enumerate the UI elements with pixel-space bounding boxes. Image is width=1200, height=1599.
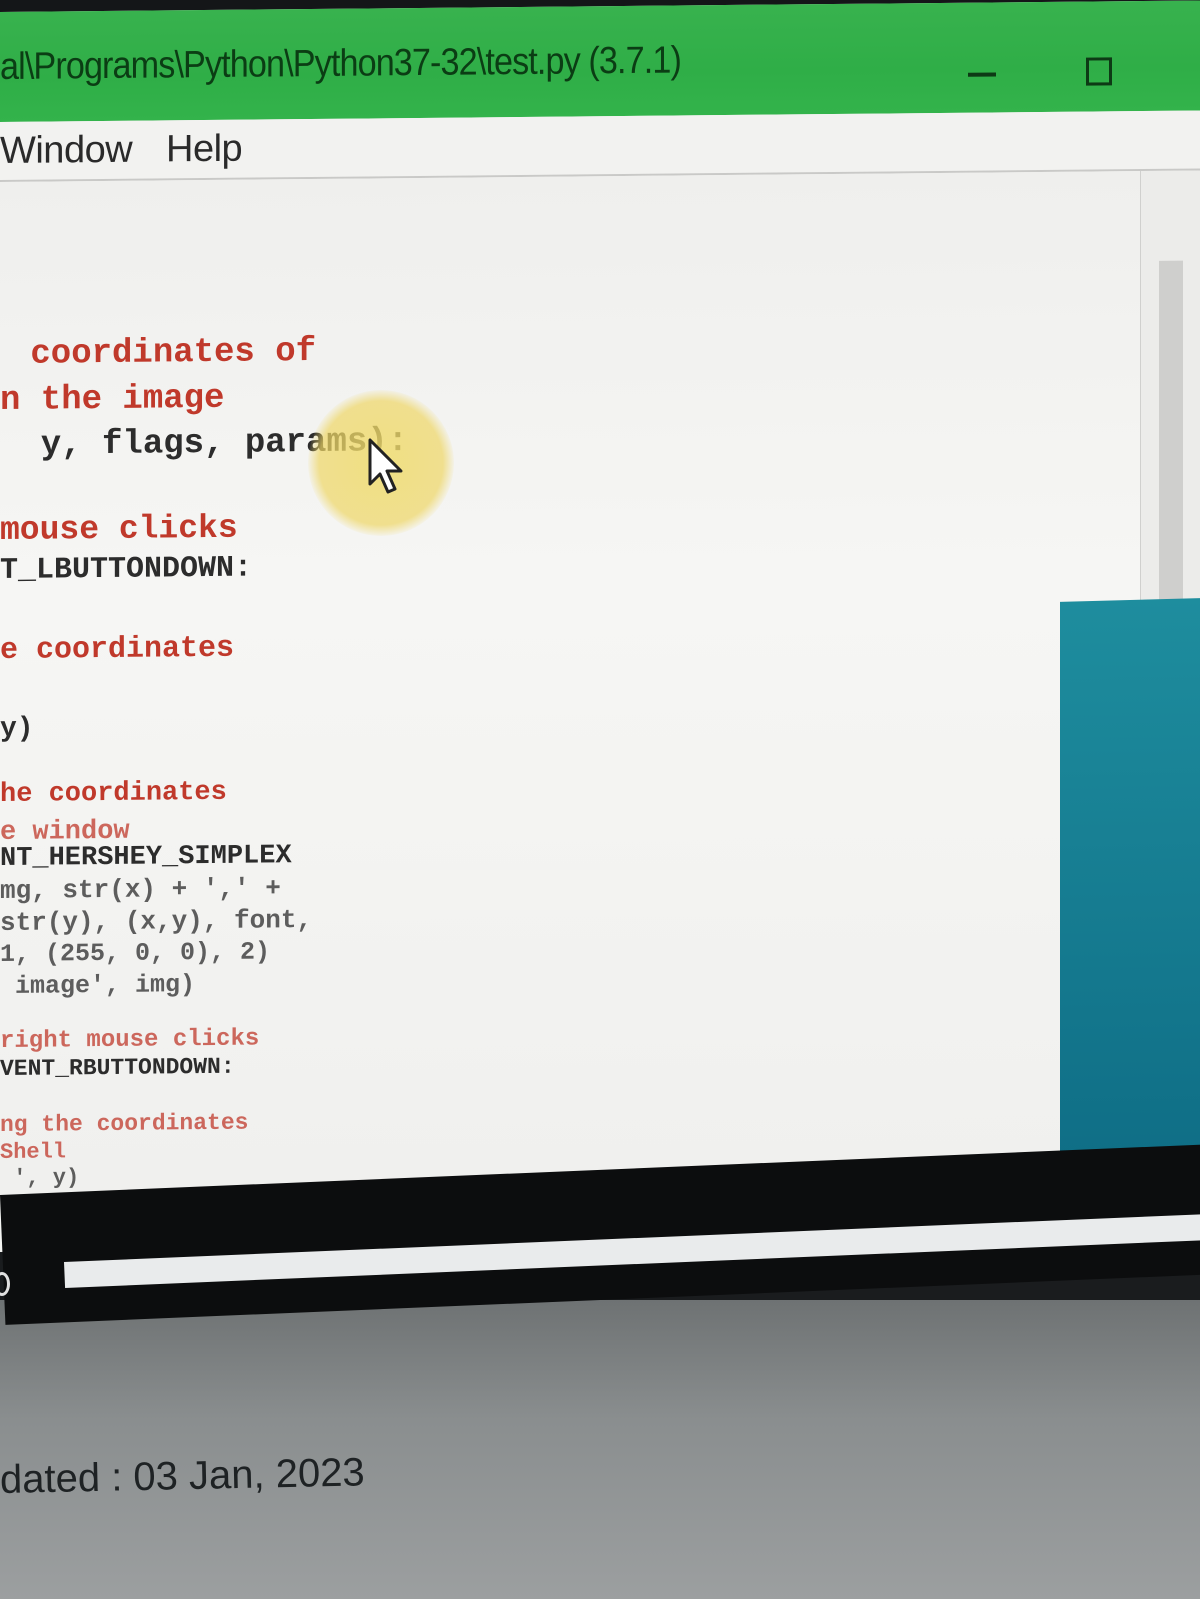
title-bar[interactable]: al\Programs\Python\Python37-32\test.py (… (0, 0, 1200, 122)
screen-lower-area (0, 1300, 1200, 1599)
code-line: y) (0, 713, 34, 745)
code-line: 1, (255, 0, 0), 2) (0, 937, 271, 969)
code-line: mouse clicks (0, 509, 238, 549)
code-line: right mouse clicks (0, 1025, 260, 1055)
code-line: n the image (0, 379, 225, 420)
code-editor[interactable]: coordinates of n the image y, flags, par… (0, 171, 1140, 1203)
idle-editor-window: al\Programs\Python\Python37-32\test.py (… (0, 0, 1200, 1253)
desktop-background-edge (1060, 598, 1200, 1162)
mouse-pointer-icon (368, 438, 403, 494)
code-line: coordinates of (10, 332, 317, 374)
minimize-icon[interactable] (968, 48, 998, 78)
code-line: he coordinates (0, 777, 227, 810)
code-line: T_LBUTTONDOWN: (0, 551, 253, 588)
updated-date-text: dated : 03 Jan, 2023 (0, 1450, 366, 1502)
code-line: image', img) (0, 970, 196, 1001)
window-title: al\Programs\Python\Python37-32\test.py (… (0, 39, 681, 88)
code-line: e coordinates (0, 631, 235, 668)
code-line: ng the coordinates (0, 1109, 249, 1138)
code-line: Shell (0, 1139, 67, 1165)
menu-item-window[interactable]: Window (0, 129, 132, 173)
code-line: VENT_RBUTTONDOWN: (0, 1053, 235, 1082)
maximize-icon[interactable] (1086, 57, 1112, 86)
code-line: NT_HERSHEY_SIMPLEX (0, 841, 292, 874)
menu-item-help[interactable]: Help (166, 128, 242, 172)
code-line: ', y) (0, 1165, 80, 1191)
code-line: str(y), (x,y), font, (0, 905, 313, 938)
code-line: mg, str(x) + ',' + (0, 873, 281, 906)
